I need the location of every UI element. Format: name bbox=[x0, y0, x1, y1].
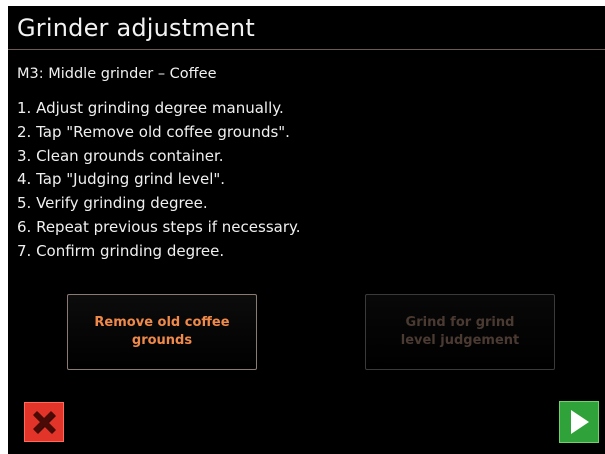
step-6: 6. Repeat previous steps if necessary. bbox=[17, 217, 301, 236]
remove-old-coffee-grounds-label: Remove old coffee grounds bbox=[94, 315, 230, 348]
remove-old-coffee-grounds-button[interactable]: Remove old coffee grounds bbox=[67, 294, 257, 370]
grind-for-judgement-label: Grind for grind level judgement bbox=[400, 315, 520, 348]
grinder-subtitle: M3: Middle grinder – Coffee bbox=[17, 66, 217, 82]
play-arrow-icon bbox=[571, 410, 589, 434]
step-1: 1. Adjust grinding degree manually. bbox=[17, 99, 284, 117]
page-title: Grinder adjustment bbox=[17, 14, 255, 42]
instruction-steps: 1. Adjust grinding degree manually. 2. T… bbox=[17, 97, 301, 264]
step-2: 2. Tap "Remove old coffee grounds". bbox=[17, 122, 290, 141]
step-7: 7. Confirm grinding degree. bbox=[17, 241, 225, 260]
step-5: 5. Verify grinding degree. bbox=[17, 194, 208, 213]
title-divider bbox=[8, 49, 605, 50]
confirm-button[interactable] bbox=[559, 401, 599, 443]
close-icon bbox=[33, 411, 56, 434]
grinder-adjustment-screen: Grinder adjustment M3: Middle grinder – … bbox=[8, 6, 605, 454]
step-3: 3. Clean grounds container. bbox=[17, 146, 224, 165]
cancel-button[interactable] bbox=[24, 402, 64, 442]
step-4: 4. Tap "Judging grind level". bbox=[17, 170, 226, 189]
grind-for-judgement-button[interactable]: Grind for grind level judgement bbox=[365, 294, 555, 370]
